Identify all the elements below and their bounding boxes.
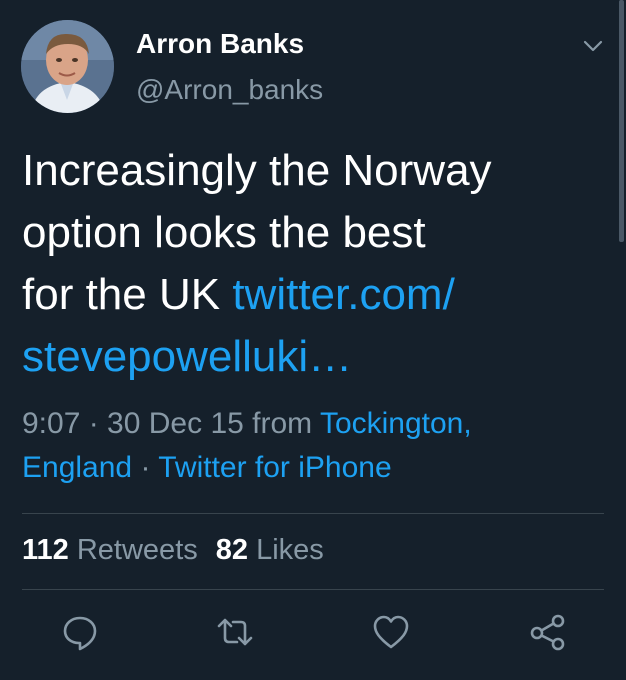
tweet-link-continued[interactable]: stevepowelluki… bbox=[22, 326, 582, 388]
tweet-text-line: for the UK twitter.com/ bbox=[22, 264, 582, 326]
tweet-link[interactable]: twitter.com/ bbox=[232, 270, 455, 319]
share-icon[interactable] bbox=[528, 612, 568, 652]
location-link[interactable]: Tockington, bbox=[320, 407, 472, 440]
chevron-down-icon[interactable] bbox=[580, 36, 606, 56]
location-link-continued[interactable]: England bbox=[22, 451, 132, 484]
tweet-meta: 9:07 · 30 Dec 15 from Tockington, Englan… bbox=[22, 402, 602, 490]
tweet-text-line: Increasingly the Norway bbox=[22, 146, 492, 195]
tweet-detail: Arron Banks @Arron_banks Increasingly th… bbox=[0, 0, 626, 680]
engagement-stats: 112 Retweets 82 Likes bbox=[22, 534, 324, 567]
meta-line: England · Twitter for iPhone bbox=[22, 446, 602, 490]
divider bbox=[22, 513, 604, 514]
avatar[interactable] bbox=[21, 20, 114, 113]
likes-stat[interactable]: 82 Likes bbox=[216, 534, 324, 566]
likes-count: 82 bbox=[215, 534, 249, 566]
reply-icon[interactable] bbox=[60, 612, 100, 652]
source-link[interactable]: Twitter for iPhone bbox=[158, 451, 391, 484]
scroll-indicator[interactable] bbox=[619, 0, 624, 242]
timestamp: 9:07 · 30 Dec 15 from bbox=[22, 407, 320, 440]
heart-icon[interactable] bbox=[371, 612, 411, 652]
likes-label: Likes bbox=[256, 534, 324, 566]
retweet-icon[interactable] bbox=[215, 612, 255, 652]
user-handle[interactable]: @Arron_banks bbox=[136, 74, 323, 106]
retweets-label: Retweets bbox=[76, 534, 198, 566]
meta-separator: · bbox=[132, 451, 159, 484]
retweets-count: 112 bbox=[22, 534, 69, 566]
display-name[interactable]: Arron Banks bbox=[136, 28, 304, 60]
retweets-stat[interactable]: 112 Retweets bbox=[22, 534, 198, 566]
tweet-text-segment: for the UK bbox=[22, 270, 233, 319]
divider bbox=[22, 589, 604, 590]
meta-line: 9:07 · 30 Dec 15 from Tockington, bbox=[22, 402, 602, 446]
tweet-text-line: option looks the best bbox=[22, 208, 426, 257]
tweet-text: Increasingly the Norway option looks the… bbox=[22, 140, 582, 388]
